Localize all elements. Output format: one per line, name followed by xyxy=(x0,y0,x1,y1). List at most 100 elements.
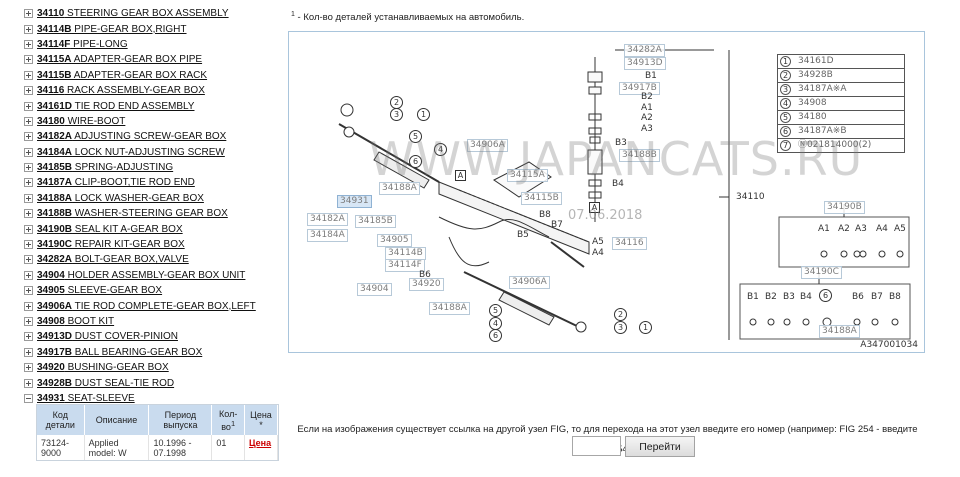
collapse-icon[interactable] xyxy=(24,393,33,403)
fig-number-input[interactable] xyxy=(572,436,621,456)
expand-icon[interactable] xyxy=(24,286,33,296)
expand-icon[interactable] xyxy=(24,363,33,373)
callout-34190C[interactable]: 34190C xyxy=(801,266,842,279)
callout-34190B[interactable]: 34190B xyxy=(824,201,865,214)
tree-item-link[interactable]: 34190B SEAL KIT A-GEAR BOX xyxy=(37,224,183,235)
tree-item[interactable]: 34182A ADJUSTING SCREW-GEAR BOX xyxy=(24,129,286,144)
callout-34904[interactable]: 34904 xyxy=(357,283,392,296)
callout-34931[interactable]: 34931 xyxy=(337,195,372,208)
tree-item-link[interactable]: 34114F PIPE-LONG xyxy=(37,39,128,50)
tree-item[interactable]: 34920 BUSHING-GEAR BOX xyxy=(24,360,286,375)
expand-icon[interactable] xyxy=(24,270,33,280)
callout-34188A-kit[interactable]: 34188A xyxy=(819,325,860,338)
tree-item[interactable]: 34190C REPAIR KIT-GEAR BOX xyxy=(24,237,286,252)
expand-icon[interactable] xyxy=(24,209,33,219)
tree-item-link[interactable]: 34904 HOLDER ASSEMBLY-GEAR BOX UNIT xyxy=(37,270,245,281)
tree-item-link[interactable]: 34905 SLEEVE-GEAR BOX xyxy=(37,285,162,296)
tree-item[interactable]: 34188B WASHER-STEERING GEAR BOX xyxy=(24,206,286,221)
expand-icon[interactable] xyxy=(24,101,33,111)
tree-item-code: 34905 xyxy=(37,285,65,297)
tree-item-link[interactable]: 34908 BOOT KIT xyxy=(37,316,114,327)
tree-item-link[interactable]: 34110 STEERING GEAR BOX ASSEMBLY xyxy=(37,8,229,19)
tree-item[interactable]: 34188A LOCK WASHER-GEAR BOX xyxy=(24,191,286,206)
expand-icon[interactable] xyxy=(24,347,33,357)
expand-icon[interactable] xyxy=(24,332,33,342)
tree-item-link[interactable]: 34928B DUST SEAL-TIE ROD xyxy=(37,378,174,389)
price-link[interactable]: Цена xyxy=(249,438,271,448)
tree-item[interactable]: 34908 BOOT KIT xyxy=(24,314,286,329)
expand-icon[interactable] xyxy=(24,240,33,250)
callout-34115B[interactable]: 34115B xyxy=(521,192,562,205)
tree-item-link[interactable]: 34190C REPAIR KIT-GEAR BOX xyxy=(37,239,185,250)
go-button[interactable]: Перейти xyxy=(625,436,695,457)
expand-icon[interactable] xyxy=(24,378,33,388)
expand-icon[interactable] xyxy=(24,86,33,96)
expand-icon[interactable] xyxy=(24,178,33,188)
tree-item[interactable]: 34282A BOLT-GEAR BOX,VALVE xyxy=(24,252,286,267)
tree-item-link[interactable]: 34931 SEAT-SLEEVE xyxy=(37,393,135,404)
tree-item-link[interactable]: 34116 RACK ASSEMBLY-GEAR BOX xyxy=(37,85,205,96)
expand-icon[interactable] xyxy=(24,24,33,34)
tree-item-link[interactable]: 34187A CLIP-BOOT,TIE ROD END xyxy=(37,177,195,188)
tree-item[interactable]: 34906A TIE ROD COMPLETE-GEAR BOX,LEFT xyxy=(24,298,286,313)
expand-icon[interactable] xyxy=(24,224,33,234)
tree-item[interactable]: 34917B BALL BEARING-GEAR BOX xyxy=(24,345,286,360)
tree-item-link[interactable]: 34161D TIE ROD END ASSEMBLY xyxy=(37,101,194,112)
tree-item[interactable]: 34115B ADAPTER-GEAR BOX RACK xyxy=(24,68,286,83)
tree-item-link[interactable]: 34188A LOCK WASHER-GEAR BOX xyxy=(37,193,204,204)
tree-item-link[interactable]: 34920 BUSHING-GEAR BOX xyxy=(37,362,169,373)
tree-item-link[interactable]: 34114B PIPE-GEAR BOX,RIGHT xyxy=(37,24,187,35)
tree-item-link[interactable]: 34184A LOCK NUT-ADJUSTING SCREW xyxy=(37,147,225,158)
expand-icon[interactable] xyxy=(24,163,33,173)
tree-item-link[interactable]: 34185B SPRING-ADJUSTING xyxy=(37,162,173,173)
expand-icon[interactable] xyxy=(24,255,33,265)
expand-icon[interactable] xyxy=(24,116,33,126)
tree-item-link[interactable]: 34913D DUST COVER-PINION xyxy=(37,331,178,342)
tree-item[interactable]: 34190B SEAL KIT A-GEAR BOX xyxy=(24,221,286,236)
callout-34913D[interactable]: 34913D xyxy=(624,57,666,70)
tree-item[interactable]: 34114B PIPE-GEAR BOX,RIGHT xyxy=(24,21,286,36)
callout-34182A[interactable]: 34182A xyxy=(307,213,348,226)
callout-34917B[interactable]: 34917B xyxy=(619,82,660,95)
tree-item[interactable]: 34116 RACK ASSEMBLY-GEAR BOX xyxy=(24,83,286,98)
expand-icon[interactable] xyxy=(24,39,33,49)
expand-icon[interactable] xyxy=(24,70,33,80)
tree-item[interactable]: 34904 HOLDER ASSEMBLY-GEAR BOX UNIT xyxy=(24,268,286,283)
expand-icon[interactable] xyxy=(24,193,33,203)
tree-item[interactable]: 34913D DUST COVER-PINION xyxy=(24,329,286,344)
tree-item-link[interactable]: 34182A ADJUSTING SCREW-GEAR BOX xyxy=(37,131,226,142)
tree-item-link[interactable]: 34282A BOLT-GEAR BOX,VALVE xyxy=(37,254,189,265)
callout-34906A-lower[interactable]: 34906A xyxy=(509,276,550,289)
tree-item[interactable]: 34184A LOCK NUT-ADJUSTING SCREW xyxy=(24,145,286,160)
tree-item[interactable]: 34187A CLIP-BOOT,TIE ROD END xyxy=(24,175,286,190)
tree-item[interactable]: 34905 SLEEVE-GEAR BOX xyxy=(24,283,286,298)
expand-icon[interactable] xyxy=(24,9,33,19)
tree-item[interactable]: 34114F PIPE-LONG xyxy=(24,37,286,52)
tree-item[interactable]: 34185B SPRING-ADJUSTING xyxy=(24,160,286,175)
callout-34185B[interactable]: 34185B xyxy=(355,215,396,228)
tree-item-link[interactable]: 34188B WASHER-STEERING GEAR BOX xyxy=(37,208,228,219)
tree-item-link[interactable]: 34906A TIE ROD COMPLETE-GEAR BOX,LEFT xyxy=(37,301,256,312)
tree-item[interactable]: 34928B DUST SEAL-TIE ROD xyxy=(24,375,286,390)
tree-item-link[interactable]: 34180 WIRE-BOOT xyxy=(37,116,125,127)
tree-item[interactable]: 34161D TIE ROD END ASSEMBLY xyxy=(24,98,286,113)
tree-item[interactable]: 34110 STEERING GEAR BOX ASSEMBLY xyxy=(24,6,286,21)
callout-34116[interactable]: 34116 xyxy=(612,237,647,250)
expand-icon[interactable] xyxy=(24,317,33,326)
callout-34184A[interactable]: 34184A xyxy=(307,229,348,242)
cell-qty: 01 xyxy=(211,435,245,460)
col-qty: Кол-во1 xyxy=(211,405,245,435)
tree-item-link[interactable]: 34115B ADAPTER-GEAR BOX RACK xyxy=(37,70,207,81)
expand-icon[interactable] xyxy=(24,301,33,311)
expand-icon[interactable] xyxy=(24,55,33,65)
callout-34905[interactable]: 34905 xyxy=(377,234,412,247)
expand-icon[interactable] xyxy=(24,147,33,157)
expand-icon[interactable] xyxy=(24,132,33,142)
tree-item[interactable]: 34180 WIRE-BOOT xyxy=(24,114,286,129)
tree-item-link[interactable]: 34115A ADAPTER-GEAR BOX PIPE xyxy=(37,54,202,65)
tree-item[interactable]: 34115A ADAPTER-GEAR BOX PIPE xyxy=(24,52,286,67)
callout-34188A-lower[interactable]: 34188A xyxy=(429,302,470,315)
tree-item-link[interactable]: 34917B BALL BEARING-GEAR BOX xyxy=(37,347,202,358)
tree-item-name: CLIP-BOOT,TIE ROD END xyxy=(72,177,195,189)
callout-34282A[interactable]: 34282A xyxy=(624,44,665,57)
